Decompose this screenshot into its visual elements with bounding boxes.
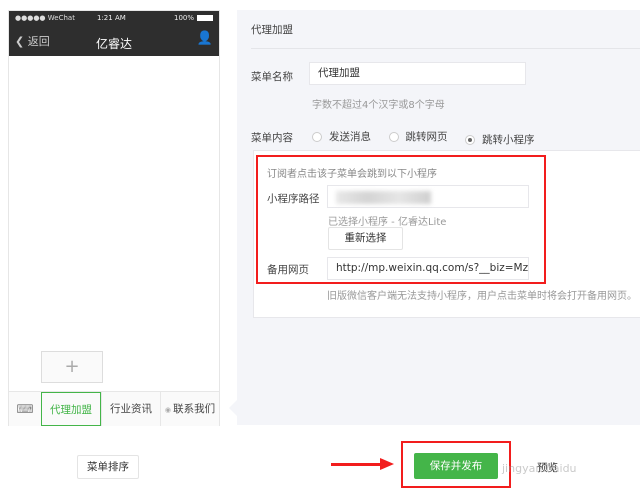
radio-label: 跳转网页 [405,131,448,143]
content-radio-group: 发送消息 跳转网页 跳转小程序 [312,129,549,147]
radio-label: 跳转小程序 [482,134,535,146]
radio-circle [312,131,322,142]
account-title: 亿睿达 [95,37,132,51]
menu-name-input[interactable]: 代理加盟 [309,62,526,85]
mini-desc: 订阅者点击该子菜单会跳到以下小程序 [267,169,437,180]
radio-circle-selected [465,134,475,145]
clock: 1:21 AM [97,14,126,22]
menu-item-daili[interactable]: 代理加盟 [41,392,101,426]
carrier: ●●●●● WeChat [15,14,75,22]
battery-label: 100% [173,14,194,22]
divider [251,48,640,49]
selected-miniprogram: 已选择小程序 - 亿睿达Lite [328,217,447,228]
keyboard-icon[interactable]: ⌨ [9,392,41,426]
content-label: 菜单内容 [251,132,293,144]
radio-miniprogram[interactable]: 跳转小程序 [465,132,535,147]
battery-icon [197,15,213,21]
blurred-path [336,191,431,204]
reselect-button[interactable]: 重新选择 [328,227,403,250]
radio-send-message[interactable]: 发送消息 [312,129,371,144]
menu-item-label: 联系我们 [173,403,216,415]
backup-hint: 旧版微信客户端无法支持小程序，用户点击菜单时将会打开备用网页。 [327,291,637,302]
name-hint: 字数不超过4个汉字或8个字母 [312,100,445,111]
backup-url-input[interactable]: http://mp.weixin.qq.com/s?__biz=MzU3 [327,257,529,280]
menu-item-hangye[interactable]: 行业资讯 [101,392,160,426]
panel-pointer [229,400,237,416]
watermark: jingyan.baidu [502,462,577,475]
user-icon[interactable]: 👤 [197,31,213,46]
phone-header: ●●●●● WeChat 1:21 AM 100% ❮ 返回 亿睿达 👤 [9,11,219,56]
phone-preview: ●●●●● WeChat 1:21 AM 100% ❮ 返回 亿睿达 👤 + ⌨… [8,10,220,426]
path-label: 小程序路径 [267,193,320,205]
menu-item-lianxi[interactable]: ◉ 联系我们 [160,392,219,426]
add-submenu-button[interactable]: + [41,351,103,383]
menu-bar: ⌨ 代理加盟 行业资讯 ◉ 联系我们 [9,391,219,426]
backup-label: 备用网页 [267,264,309,276]
editor-title: 代理加盟 [251,24,293,36]
radio-webpage[interactable]: 跳转网页 [388,129,448,144]
arrow-head-icon [380,458,394,470]
arrow-line [331,463,386,466]
menu-sort-button[interactable]: 菜单排序 [77,455,139,479]
radio-circle [388,131,399,142]
dot-icon: ◉ [164,406,174,414]
radio-label: 发送消息 [329,131,371,143]
save-publish-button[interactable]: 保存并发布 [414,453,498,479]
name-label: 菜单名称 [251,71,293,83]
battery: 100% [174,14,213,22]
